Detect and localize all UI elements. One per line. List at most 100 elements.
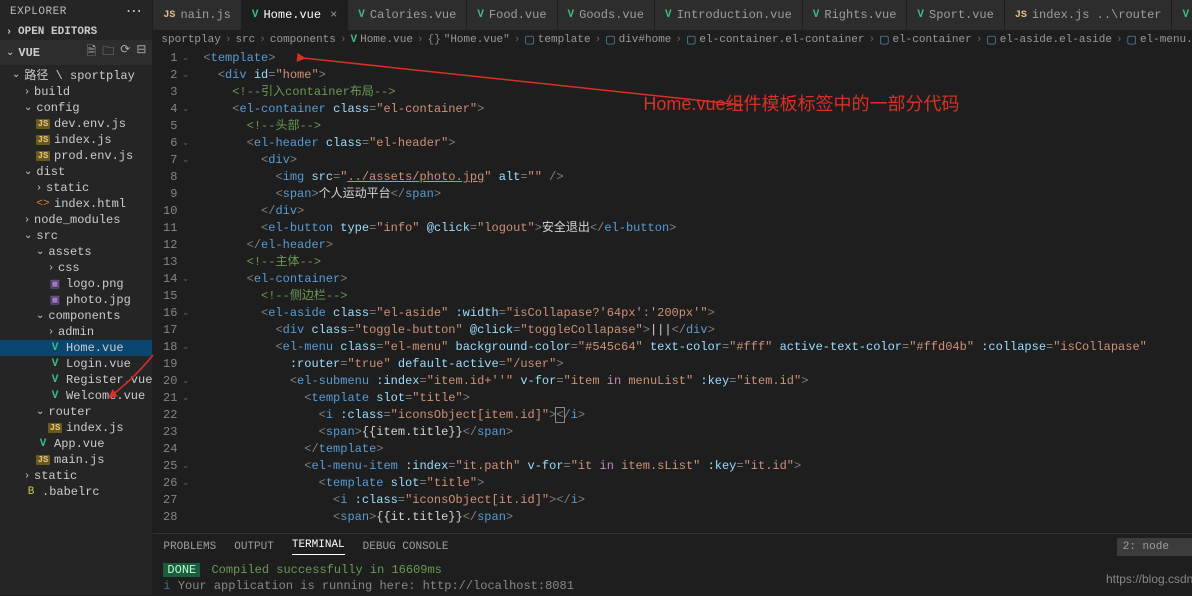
tree-row[interactable]: ▣photo.jpg bbox=[0, 292, 152, 308]
tree-row[interactable]: B.babelrc bbox=[0, 484, 152, 500]
breadcrumb-item[interactable]: components bbox=[270, 34, 336, 46]
tree-row[interactable]: ⌄dist bbox=[0, 164, 152, 180]
terminal-selector-label: 2: node bbox=[1123, 541, 1169, 553]
tree-row[interactable]: JSprod.env.js bbox=[0, 148, 152, 164]
panel-tab-debug[interactable]: DEBUG CONSOLE bbox=[363, 541, 449, 553]
tree-row[interactable]: ›build bbox=[0, 84, 152, 100]
chevron-icon: ⌄ bbox=[24, 230, 32, 242]
tree-row[interactable]: VRegister.vue bbox=[0, 372, 152, 388]
tree-row[interactable]: ⌄路径 \ sportplay bbox=[0, 65, 152, 84]
breadcrumb-item[interactable]: ▢el-aside.el-aside bbox=[986, 33, 1112, 47]
editor-tab[interactable]: VHome.vue× bbox=[242, 0, 348, 30]
tree-label: admin bbox=[58, 325, 94, 339]
breadcrumb-item[interactable]: ▢el-container.el-container bbox=[686, 33, 864, 47]
breadcrumb-separator-icon: › bbox=[595, 34, 602, 46]
tree-row[interactable]: <>index.html bbox=[0, 196, 152, 212]
editor-tab[interactable]: VIntroduction.vue bbox=[655, 0, 803, 30]
open-editors-section[interactable]: › OPEN EDITORS bbox=[0, 24, 152, 40]
breadcrumb-label: el-menu.el-menu bbox=[1140, 34, 1192, 46]
breadcrumb-separator-icon: › bbox=[1116, 34, 1123, 46]
tree-label: Home.vue bbox=[66, 341, 124, 355]
new-file-icon[interactable]: 🗎 bbox=[87, 42, 97, 63]
editor-tab[interactable]: VLog bbox=[1172, 0, 1192, 30]
tree-row[interactable]: VApp.vue bbox=[0, 436, 152, 452]
breadcrumb-label: sportplay bbox=[161, 34, 220, 46]
js-file-icon: JS bbox=[36, 151, 50, 161]
breadcrumb-item[interactable]: {}"Home.vue" bbox=[428, 34, 510, 46]
explorer-more-icon[interactable]: ⋯ bbox=[126, 8, 143, 16]
tab-label: Home.vue bbox=[263, 8, 321, 22]
panel-tab-bar: PROBLEMS OUTPUT TERMINAL DEBUG CONSOLE 2… bbox=[153, 534, 1192, 560]
tab-label: Food.vue bbox=[489, 8, 547, 22]
js-file-icon: JS bbox=[36, 455, 50, 465]
editor-tab[interactable]: JSnain.js bbox=[153, 0, 241, 30]
new-folder-icon[interactable]: 🗀 bbox=[102, 42, 114, 63]
tree-row[interactable]: JSindex.js bbox=[0, 132, 152, 148]
breadcrumb-label: components bbox=[270, 34, 336, 46]
tree-row[interactable]: ⌄components bbox=[0, 308, 152, 324]
breadcrumb-item[interactable]: ▢template bbox=[524, 33, 590, 47]
tag-icon: ▢ bbox=[524, 33, 534, 47]
editor-tab[interactable]: VCalories.vue bbox=[348, 0, 467, 30]
tree-row[interactable]: JSdev.env.js bbox=[0, 116, 152, 132]
file-tree[interactable]: ⌄路径 \ sportplay›build⌄configJSdev.env.js… bbox=[0, 65, 152, 595]
tree-row[interactable]: › admin bbox=[0, 324, 152, 340]
tab-label: Calories.vue bbox=[370, 8, 456, 22]
tree-row[interactable]: VWelcome.vue bbox=[0, 388, 152, 404]
explorer-title: EXPLORER bbox=[10, 6, 67, 18]
tree-row[interactable]: ›static bbox=[0, 468, 152, 484]
breadcrumb-item[interactable]: ▢el-menu.el-menu bbox=[1127, 33, 1192, 47]
tree-row[interactable]: ⌄assets bbox=[0, 244, 152, 260]
collapse-all-icon[interactable]: ⊟ bbox=[136, 42, 146, 63]
js-file-icon: JS bbox=[163, 10, 175, 21]
code-content[interactable]: <template> <div id="home"> <!--引入contain… bbox=[203, 50, 1192, 533]
js-file-icon: JS bbox=[36, 135, 50, 145]
tree-row[interactable]: ⌄src bbox=[0, 228, 152, 244]
tree-row[interactable]: ›node_modules bbox=[0, 212, 152, 228]
chevron-icon: › bbox=[48, 327, 54, 338]
terminal-line-1: Compiled successfully in 16609ms bbox=[211, 563, 441, 577]
tree-row[interactable]: VLogin.vue bbox=[0, 356, 152, 372]
refresh-icon[interactable]: ⟳ bbox=[120, 42, 130, 63]
panel-tab-terminal[interactable]: TERMINAL bbox=[292, 539, 345, 555]
editor-tab[interactable]: VGoods.vue bbox=[558, 0, 655, 30]
breadcrumb-item[interactable]: ▢el-container bbox=[879, 33, 972, 47]
tree-label: photo.jpg bbox=[66, 293, 131, 307]
breadcrumb-item[interactable]: src bbox=[235, 34, 255, 46]
editor-tab[interactable]: V Food.vue bbox=[467, 0, 557, 30]
tree-label: index.js bbox=[66, 421, 124, 435]
chevron-icon: › bbox=[36, 183, 42, 194]
panel-tab-problems[interactable]: PROBLEMS bbox=[163, 541, 216, 553]
panel-tab-output[interactable]: OUTPUT bbox=[234, 541, 274, 553]
tree-label: .babelrc bbox=[42, 485, 100, 499]
tab-label: Goods.vue bbox=[579, 8, 644, 22]
editor-tab[interactable]: JSindex.js ..\router bbox=[1005, 0, 1173, 30]
tree-row[interactable]: JS main.js bbox=[0, 452, 152, 468]
code-editor[interactable]: 1⌄2⌄34⌄56⌄7⌄891011121314⌄1516⌄1718⌄1920⌄… bbox=[153, 50, 1192, 533]
breadcrumb-label: el-aside.el-aside bbox=[1000, 34, 1112, 46]
tree-label: Register.vue bbox=[66, 373, 152, 387]
breadcrumb-item[interactable]: VHome.vue bbox=[351, 34, 413, 46]
tree-row[interactable]: ›static bbox=[0, 180, 152, 196]
tree-label: main.js bbox=[54, 453, 104, 467]
breadcrumb-label: "Home.vue" bbox=[444, 34, 510, 46]
breadcrumbs[interactable]: sportplay›src›components›VHome.vue›{}"Ho… bbox=[153, 30, 1192, 50]
tree-row[interactable]: ▣logo.png bbox=[0, 276, 152, 292]
editor-tab[interactable]: VSport.vue bbox=[907, 0, 1004, 30]
breadcrumb-item[interactable]: sportplay bbox=[161, 34, 220, 46]
editor-tabs[interactable]: JSnain.js V Home.vue × VCalories.vueV Food.vu… bbox=[153, 0, 1192, 30]
tree-row[interactable]: JSindex.js bbox=[0, 420, 152, 436]
workspace-header[interactable]: ⌄ VUE 🗎 🗀 ⟳ ⊟ bbox=[0, 40, 152, 65]
breadcrumb-item[interactable]: ▢div#home bbox=[605, 33, 671, 47]
tab-label: Sport.vue bbox=[929, 8, 994, 22]
vue-file-icon: V bbox=[477, 9, 484, 21]
terminal-selector[interactable]: 2: node ⌄ bbox=[1117, 538, 1192, 556]
terminal-output[interactable]: DONE Compiled successfully in 16609ms i … bbox=[153, 560, 1192, 596]
tree-row[interactable]: VHome.vue bbox=[0, 340, 152, 356]
tree-row[interactable]: ⌄config bbox=[0, 100, 152, 116]
tree-row[interactable]: ⌄router bbox=[0, 404, 152, 420]
tree-row[interactable]: ›css bbox=[0, 260, 152, 276]
editor-tab[interactable]: VRights.vue bbox=[803, 0, 908, 30]
close-tab-icon[interactable]: × bbox=[330, 8, 337, 22]
chevron-icon: ⌄ bbox=[36, 246, 44, 258]
